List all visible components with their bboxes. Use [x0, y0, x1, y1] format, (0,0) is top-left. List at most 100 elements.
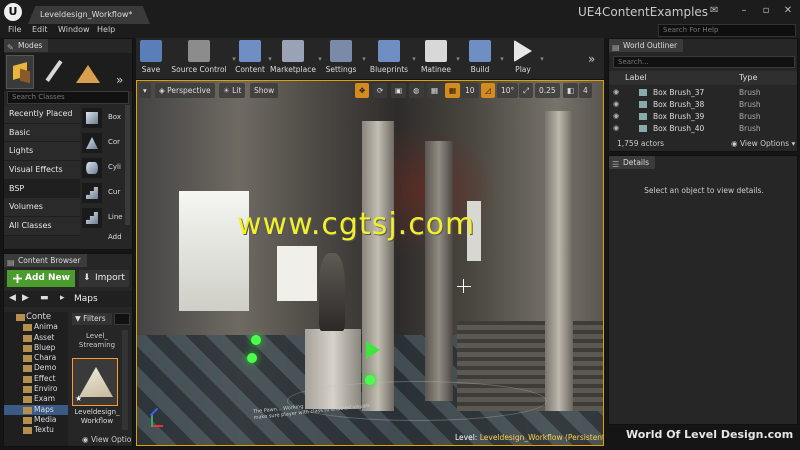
perspective-dropdown[interactable]: ◈ Perspective — [155, 83, 215, 98]
asset-search-input[interactable] — [114, 313, 130, 325]
scale-tool-icon[interactable]: ▣ — [391, 83, 407, 98]
tree-item[interactable]: Exam — [4, 394, 68, 404]
outliner-row[interactable]: ◉ Box Brush_38 Brush — [609, 99, 797, 110]
surface-snap-icon[interactable]: ▦ — [427, 83, 443, 98]
visibility-eye-icon[interactable]: ◉ — [613, 124, 619, 132]
category-lights[interactable]: Lights — [4, 142, 80, 162]
class-item-box[interactable]: Box — [80, 105, 124, 130]
content-browser-tab[interactable]: ▤ Content Browser — [4, 254, 87, 267]
translate-tool-icon[interactable]: ✥ — [355, 83, 370, 98]
world-outliner-tab[interactable]: ▤ World Outliner — [609, 39, 684, 52]
blueprints-button[interactable]: Blueprints — [368, 40, 410, 78]
tree-item-maps[interactable]: Maps — [4, 404, 68, 415]
visibility-eye-icon[interactable]: ◉ — [613, 112, 619, 120]
details-tab[interactable]: ☰ Details — [609, 156, 656, 169]
search-classes-input[interactable]: Search Classes — [7, 91, 129, 104]
folder-icon[interactable]: ▬ — [40, 293, 49, 303]
camera-speed-icon[interactable]: ◧ — [563, 83, 579, 98]
tree-item[interactable]: Textu — [4, 425, 68, 435]
grid-snap-icon[interactable]: ▦ — [445, 83, 461, 98]
modes-tab[interactable]: ✎ Modes — [4, 39, 49, 52]
tree-item[interactable]: Effect — [4, 374, 68, 384]
category-recently-placed[interactable]: Recently Placed — [4, 105, 80, 124]
rotation-snap-icon[interactable]: ◿ — [481, 83, 495, 98]
document-tab[interactable]: Leveldesign_Workflow* — [28, 6, 150, 24]
camera-speed-value[interactable]: 4 — [579, 83, 592, 98]
grid-snap-value[interactable]: 10 — [461, 83, 479, 98]
back-arrow-icon[interactable]: ◀ — [9, 293, 16, 303]
class-item-linear-stair[interactable]: Line — [80, 205, 124, 230]
notification-icon[interactable]: ✉ — [710, 5, 722, 17]
import-button[interactable]: Import — [79, 270, 129, 287]
category-visual-effects[interactable]: Visual Effects — [4, 161, 80, 180]
save-button[interactable]: Save — [140, 40, 162, 78]
add-new-button[interactable]: Add New ▾ — [7, 270, 75, 300]
light-actor-icon[interactable] — [247, 353, 257, 363]
outliner-row[interactable]: ◉ Box Brush_37 Brush — [609, 87, 797, 98]
rotation-snap-value[interactable]: 10° — [497, 83, 519, 98]
tree-item-content[interactable]: Conte — [4, 312, 68, 322]
toolbar-dropdown-icon[interactable]: ▾ — [539, 42, 545, 76]
matinee-button[interactable]: Matinee — [418, 40, 454, 78]
category-bsp[interactable]: BSP — [4, 179, 80, 199]
visibility-eye-icon[interactable]: ◉ — [613, 88, 619, 96]
menu-window[interactable]: Window — [58, 25, 90, 34]
world-space-icon[interactable]: ◍ — [409, 83, 424, 98]
marketplace-button[interactable]: Marketplace — [270, 40, 316, 78]
content-button[interactable]: Content — [234, 40, 266, 78]
place-mode-icon[interactable] — [6, 55, 34, 89]
play-button[interactable]: Play — [508, 40, 538, 78]
landscape-mode-icon[interactable] — [74, 55, 102, 89]
tree-item[interactable]: Bluep — [4, 343, 68, 353]
light-actor-icon[interactable] — [251, 335, 261, 345]
settings-button[interactable]: Settings — [322, 40, 360, 78]
column-label[interactable]: Label — [625, 73, 647, 82]
viewport-options-dropdown[interactable]: ▾ — [139, 83, 151, 98]
toolbar-dropdown-icon[interactable]: ▾ — [499, 42, 505, 76]
build-button[interactable]: Build — [462, 40, 498, 78]
level-asset-thumbnail[interactable] — [72, 358, 118, 406]
level-viewport[interactable]: www.cgtsj.com The Pawn... Working make s… — [136, 80, 604, 446]
paint-mode-icon[interactable] — [40, 55, 68, 89]
minimize-button[interactable]: – — [736, 4, 752, 18]
toolbar-dropdown-icon[interactable]: ▾ — [455, 42, 461, 76]
lit-dropdown[interactable]: ☀ Lit — [219, 83, 246, 98]
search-help-input[interactable]: Search For Help — [658, 24, 796, 37]
column-type[interactable]: Type — [739, 73, 757, 82]
show-dropdown[interactable]: Show — [250, 83, 279, 98]
filters-button[interactable]: ▼ Filters — [72, 313, 112, 325]
forward-arrow-icon[interactable]: ▶ — [22, 293, 29, 303]
asset-scrollbar[interactable] — [122, 330, 128, 430]
outliner-view-options[interactable]: ◉ View Options ▾ — [731, 139, 795, 148]
toolbar-more-chevron-icon[interactable]: » — [588, 52, 595, 66]
class-list-scrollbar[interactable] — [125, 105, 130, 225]
class-item-cone[interactable]: Cor — [80, 130, 124, 155]
menu-file[interactable]: File — [8, 25, 21, 34]
breadcrumb-maps[interactable]: Maps — [74, 294, 98, 304]
outliner-row[interactable]: ◉ Box Brush_40 Brush — [609, 123, 797, 134]
asset-level-streaming[interactable]: Level_ Streaming — [70, 332, 124, 350]
toolbar-dropdown-icon[interactable]: ▾ — [411, 42, 417, 76]
content-browser-view-options[interactable]: ◉ View Optio — [82, 435, 131, 444]
player-start-arrow-icon[interactable] — [366, 341, 380, 359]
menu-help[interactable]: Help — [97, 25, 115, 34]
visibility-eye-icon[interactable]: ◉ — [613, 100, 619, 108]
tree-item[interactable]: Chara — [4, 353, 68, 363]
tree-item[interactable]: Demo — [4, 363, 68, 373]
category-all-classes[interactable]: All Classes — [4, 217, 80, 236]
scale-snap-icon[interactable]: ⤢ — [519, 83, 533, 98]
class-item-cylinder[interactable]: Cyli — [80, 155, 124, 180]
close-button[interactable]: ✕ — [780, 4, 796, 18]
category-basic[interactable]: Basic — [4, 123, 80, 143]
scale-snap-value[interactable]: 0.25 — [535, 83, 560, 98]
menu-edit[interactable]: Edit — [32, 25, 48, 34]
light-actor-icon[interactable] — [365, 375, 375, 385]
toolbar-dropdown-icon[interactable]: ▾ — [361, 42, 367, 76]
outliner-search-input[interactable]: Search... — [613, 56, 795, 68]
tree-item[interactable]: Media — [4, 415, 68, 425]
tree-item[interactable]: Enviro — [4, 384, 68, 394]
class-item-curved-stair[interactable]: Cur — [80, 180, 124, 205]
class-item-additive[interactable]: Add — [80, 230, 124, 244]
category-volumes[interactable]: Volumes — [4, 198, 80, 218]
tree-item[interactable]: Asset — [4, 333, 68, 343]
